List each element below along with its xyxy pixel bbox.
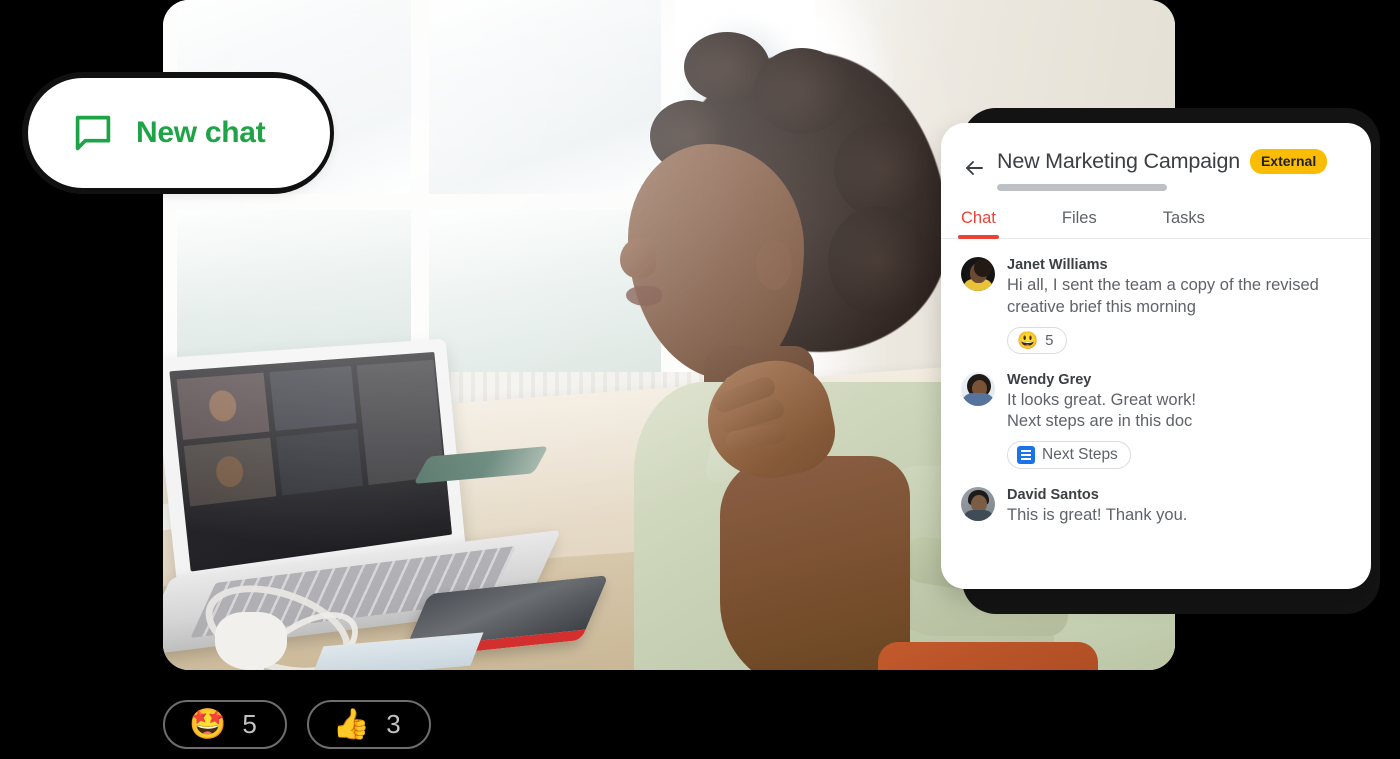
thumbs-up-emoji-icon: 👍 (332, 707, 371, 741)
hair-tuft (754, 48, 850, 134)
reaction-count: 3 (386, 709, 401, 739)
avatar-david-santos[interactable] (961, 487, 995, 522)
chat-tabs: Chat Files Tasks (941, 209, 1371, 239)
screenshot-canvas: New Marketing Campaign External Chat Fil… (0, 0, 1400, 759)
chat-panel: New Marketing Campaign External Chat Fil… (941, 123, 1371, 589)
star-struck-reaction[interactable]: 🤩 5 (163, 700, 287, 749)
message-list: Janet Williams Hi all, I sent the team a… (941, 239, 1371, 537)
new-chat-label: New chat (136, 116, 266, 149)
reaction-pill-row: 🤩 5 👍 3 (163, 700, 431, 749)
nose (620, 238, 656, 278)
video-call-grid (169, 351, 453, 572)
message-sender: Wendy Grey (1007, 371, 1092, 388)
message-text: This is great! Thank you. (1007, 506, 1188, 525)
chat-title: New Marketing Campaign (997, 149, 1240, 173)
avatar-wendy-grey[interactable] (961, 371, 995, 406)
avatar-janet-williams[interactable] (961, 257, 995, 291)
avatar-body (961, 392, 995, 406)
hair-tuft (828, 206, 928, 316)
message-item: Janet Williams Hi all, I sent the team a… (961, 257, 1351, 354)
message-attachments: Next Steps (1007, 441, 1351, 470)
message-sender: David Santos (1007, 487, 1099, 504)
headphones (215, 612, 287, 670)
trousers (878, 642, 1098, 670)
tab-tasks[interactable]: Tasks (1163, 209, 1205, 238)
avatar-hair (974, 259, 992, 277)
attachment-label: Next Steps (1042, 446, 1118, 464)
chat-title-block: New Marketing Campaign External (997, 149, 1351, 191)
avatar-body (963, 510, 994, 522)
chat-panel-header: New Marketing Campaign External (941, 123, 1371, 191)
message-text-line-2: Next steps are in this doc (1007, 412, 1193, 431)
reaction-count: 5 (242, 709, 257, 739)
hair-tuft (834, 122, 930, 218)
reaction-chip[interactable]: 😃 5 (1007, 326, 1067, 354)
google-docs-icon (1017, 446, 1035, 465)
message-text: Hi all, I sent the team a copy of the re… (1007, 276, 1319, 316)
video-tile (269, 365, 357, 431)
message-body: Wendy Grey It looks great. Great work! N… (1007, 372, 1351, 470)
back-arrow-icon (966, 161, 983, 175)
message-body: David Santos This is great! Thank you. (1007, 487, 1351, 527)
back-button[interactable] (961, 155, 987, 181)
message-item: Wendy Grey It looks great. Great work! N… (961, 371, 1351, 470)
reaction-count: 5 (1045, 331, 1054, 349)
arm (720, 456, 910, 670)
message-item: David Santos This is great! Thank you. (961, 487, 1351, 527)
tab-chat[interactable]: Chat (958, 209, 999, 239)
ear (756, 240, 792, 290)
chat-title-row: New Marketing Campaign External (997, 149, 1351, 174)
tab-files[interactable]: Files (1062, 209, 1097, 238)
lips (626, 286, 662, 306)
external-badge: External (1249, 149, 1328, 174)
message-reactions: 😃 5 (1007, 326, 1351, 354)
message-text-line-1: It looks great. Great work! (1007, 390, 1196, 409)
message-sender: Janet Williams (1007, 257, 1108, 273)
thumbs-up-reaction[interactable]: 👍 3 (306, 700, 431, 749)
doc-attachment-chip[interactable]: Next Steps (1007, 441, 1131, 470)
new-chat-button[interactable]: New chat (28, 78, 330, 188)
message-body: Janet Williams Hi all, I sent the team a… (1007, 257, 1351, 354)
chat-bubble-icon (75, 115, 111, 151)
smile-emoji-icon: 😃 (1017, 330, 1039, 350)
chat-subtitle-placeholder-bar (997, 184, 1167, 191)
video-tile (276, 428, 363, 496)
star-struck-emoji-icon: 🤩 (189, 707, 227, 741)
